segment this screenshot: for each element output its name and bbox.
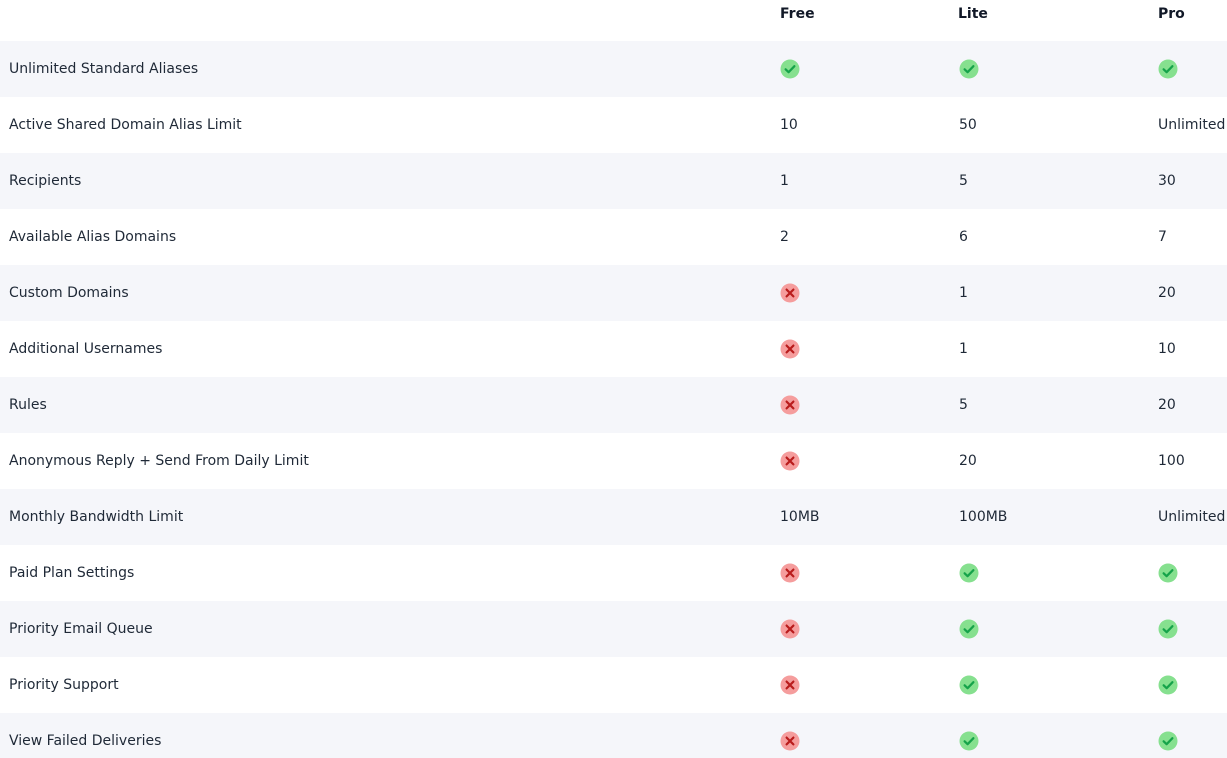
feature-label: Active Shared Domain Alias Limit xyxy=(9,117,242,133)
lite-value: 5 xyxy=(959,377,968,433)
free-value-text: 1 xyxy=(780,173,789,189)
feature-label: Priority Email Queue xyxy=(9,621,153,637)
lite-check-icon xyxy=(959,657,979,713)
pro-value: 7 xyxy=(1158,209,1167,265)
table-row: Additional Usernames 1 10 xyxy=(0,321,1227,377)
table-row: Available Alias Domains 2 6 7 xyxy=(0,209,1227,265)
pro-value-text: Unlimited xyxy=(1158,509,1226,525)
feature-label: Priority Support xyxy=(9,677,119,693)
lite-check-icon xyxy=(959,545,979,601)
free-cross-icon xyxy=(780,657,800,713)
free-cross-icon xyxy=(780,601,800,657)
feature-label: Custom Domains xyxy=(9,285,129,301)
pro-value-text: 100 xyxy=(1158,453,1185,469)
pro-value-text: 30 xyxy=(1158,173,1176,189)
lite-check-icon xyxy=(959,41,979,97)
pro-value: 10 xyxy=(1158,321,1176,377)
table-row: Anonymous Reply + Send From Daily Limit 2… xyxy=(0,433,1227,489)
lite-value: 6 xyxy=(959,209,968,265)
pro-check-icon xyxy=(1158,545,1178,601)
pro-value-text: Unlimited xyxy=(1158,117,1226,133)
lite-value: 50 xyxy=(959,97,977,153)
free-cross-icon xyxy=(780,321,800,377)
feature-label: Available Alias Domains xyxy=(9,229,177,245)
lite-value-text: 50 xyxy=(959,117,977,133)
lite-value-text: 1 xyxy=(959,285,968,301)
table-row: Priority Email Queue xyxy=(0,601,1227,657)
lite-value-text: 6 xyxy=(959,229,968,245)
pro-value-text: 20 xyxy=(1158,285,1176,301)
pro-check-icon xyxy=(1158,713,1178,758)
column-header-pro: Pro xyxy=(1158,6,1185,22)
table-row: Active Shared Domain Alias Limit 10 50 Unli… xyxy=(0,97,1227,153)
pro-value: 30 xyxy=(1158,153,1176,209)
free-cross-icon xyxy=(780,377,800,433)
free-cross-icon xyxy=(780,545,800,601)
free-value: 10MB xyxy=(780,489,820,545)
table-header: Free Lite Pro xyxy=(0,0,1227,41)
lite-value: 1 xyxy=(959,265,968,321)
lite-value-text: 1 xyxy=(959,341,968,357)
lite-value: 5 xyxy=(959,153,968,209)
free-value-text: 10MB xyxy=(780,509,820,525)
column-header-free: Free xyxy=(780,6,815,22)
feature-label: Recipients xyxy=(9,173,82,189)
lite-value-text: 5 xyxy=(959,397,968,413)
feature-label: Monthly Bandwidth Limit xyxy=(9,509,184,525)
pro-value-text: 20 xyxy=(1158,397,1176,413)
pro-check-icon xyxy=(1158,657,1178,713)
column-header-lite: Lite xyxy=(958,6,988,22)
pro-value-text: 10 xyxy=(1158,341,1176,357)
free-value: 2 xyxy=(780,209,789,265)
table-row: Custom Domains 1 20 xyxy=(0,265,1227,321)
table-body: Unlimited Standard Aliases Active Shared … xyxy=(0,41,1227,758)
feature-label: Additional Usernames xyxy=(9,341,163,357)
table-row: Recipients 1 5 30 xyxy=(0,153,1227,209)
pro-value: 100 xyxy=(1158,433,1185,489)
pro-check-icon xyxy=(1158,41,1178,97)
table-row: View Failed Deliveries xyxy=(0,713,1227,758)
pro-value-text: 7 xyxy=(1158,229,1167,245)
plan-comparison-table: Free Lite Pro Unlimited Standard Aliases… xyxy=(0,0,1227,758)
feature-label: View Failed Deliveries xyxy=(9,733,162,749)
pro-value: Unlimited xyxy=(1158,97,1225,153)
table-row: Unlimited Standard Aliases xyxy=(0,41,1227,97)
free-value-text: 2 xyxy=(780,229,789,245)
table-row: Rules 5 20 xyxy=(0,377,1227,433)
feature-label: Rules xyxy=(9,397,47,413)
feature-label: Anonymous Reply + Send From Daily Limit xyxy=(9,453,309,469)
free-cross-icon xyxy=(780,433,800,489)
table-row: Priority Support xyxy=(0,657,1227,713)
free-value: 10 xyxy=(780,97,798,153)
lite-value-text: 20 xyxy=(959,453,977,469)
pro-value: 20 xyxy=(1158,377,1176,433)
lite-value-text: 5 xyxy=(959,173,968,189)
free-check-icon xyxy=(780,41,800,97)
free-cross-icon xyxy=(780,265,800,321)
free-value: 1 xyxy=(780,153,789,209)
lite-value: 1 xyxy=(959,321,968,377)
feature-label: Paid Plan Settings xyxy=(9,565,135,581)
lite-value: 100MB xyxy=(959,489,1007,545)
pro-value: 20 xyxy=(1158,265,1176,321)
lite-value-text: 100MB xyxy=(959,509,1008,525)
lite-check-icon xyxy=(959,601,979,657)
free-value-text: 10 xyxy=(780,117,798,133)
feature-label: Unlimited Standard Aliases xyxy=(9,61,199,77)
pro-value: Unlimited xyxy=(1158,489,1225,545)
free-cross-icon xyxy=(780,713,800,758)
lite-check-icon xyxy=(959,713,979,758)
pro-check-icon xyxy=(1158,601,1178,657)
table-row: Monthly Bandwidth Limit 10MB 100MB Unlimite… xyxy=(0,489,1227,545)
lite-value: 20 xyxy=(959,433,977,489)
table-row: Paid Plan Settings xyxy=(0,545,1227,601)
